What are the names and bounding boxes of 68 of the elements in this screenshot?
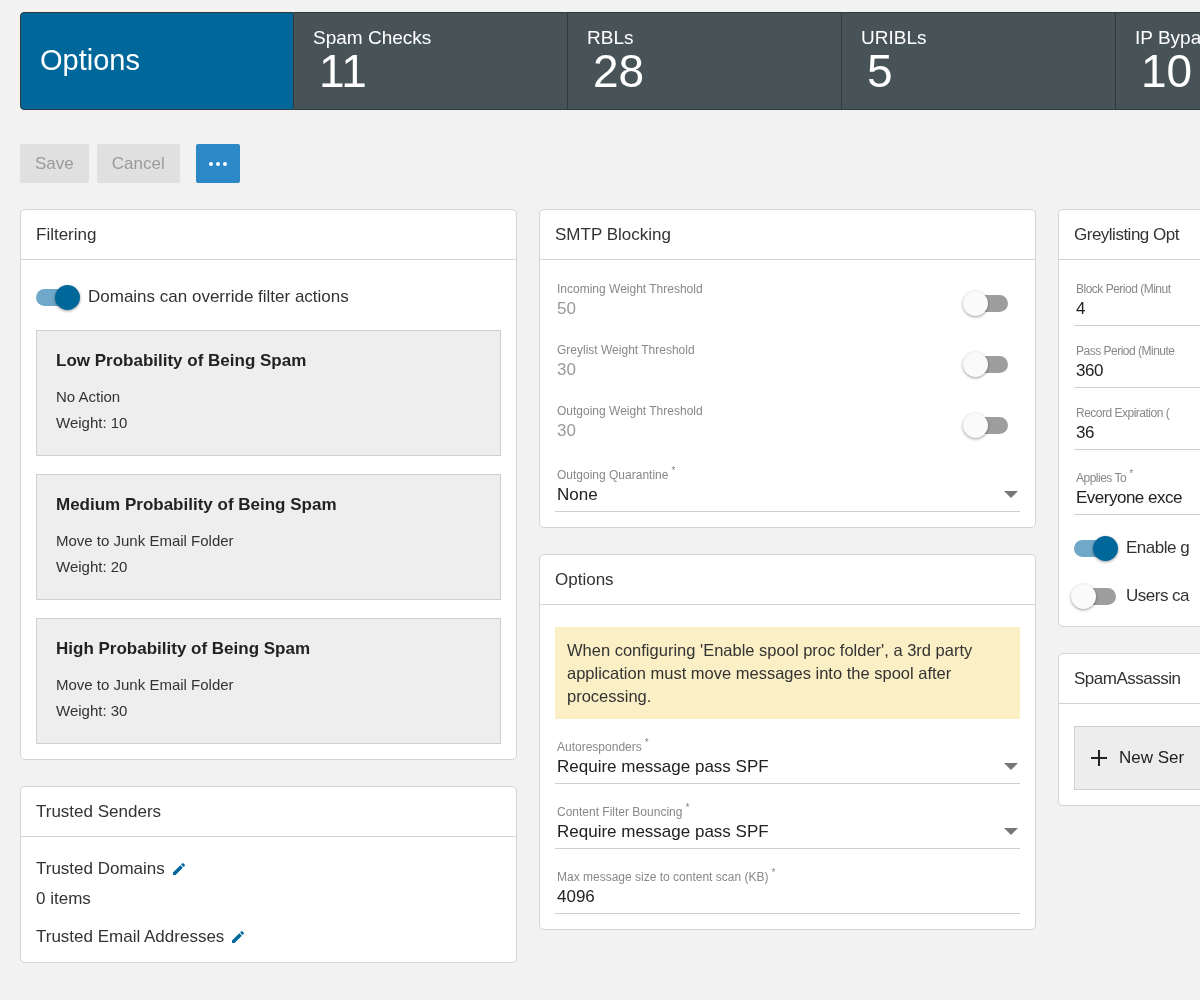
spam-rule-card[interactable]: Low Probability of Being Spam No Action Weight: 10 [36,330,501,456]
input-field[interactable]: Record Expiration ( 36 [1074,406,1200,450]
select-field[interactable]: Autoresponders $^{*}$ Require message pass SPF [555,737,1020,785]
field-value: 360 [1076,361,1104,381]
header-tab[interactable]: URIBLs 5 [842,12,1116,110]
select-field[interactable]: Outgoing Quarantine $^{*}$ None [555,465,1020,512]
new-button[interactable]: New Ser [1074,726,1200,790]
field-label: Content Filter Bouncing $^{*}$ [557,802,691,820]
select-value: None [557,485,598,505]
header-tab[interactable]: Spam Checks 11 [294,12,568,110]
field-label: Outgoing Weight Threshold [557,404,703,418]
caret-icon [1004,763,1018,772]
caret-icon [1004,491,1018,499]
rule-action: Move to Junk Email Folder [56,532,235,549]
toggle-label: Users ca [1126,586,1190,606]
rule-weight: Weight: 30 [56,702,129,719]
rule-action: No Action [56,388,122,405]
header-tab[interactable]: Options [20,12,294,110]
toggle-label: Enable g [1126,538,1190,558]
toggle-label: Domains can override filter actions [88,287,349,307]
field-value: 4 [1076,299,1086,319]
field-label: Max message size to content scan (KB) $^{*}$ [557,867,777,885]
card-title: Filtering [21,210,516,260]
rule-title: High Probability of Being Spam [56,639,312,659]
spam-rule-card[interactable]: High Probability of Being Spam Move to Junk Email Folder Weight: 30 [36,618,501,744]
field-label: Incoming Weight Threshold [557,282,703,296]
card-title: SMTP Blocking [540,210,1035,260]
field-label: Greylist Weight Threshold [557,343,695,357]
select-field[interactable]: Content Filter Bouncing $^{*}$ Require message pass SPF [555,802,1020,850]
field-label: Record Expiration ( [1076,406,1171,420]
pencil-icon[interactable] [230,929,247,945]
more-button[interactable] [195,144,240,183]
field-label: Applies To $^{*}$ [1076,468,1134,485]
field-label: Pass Period (Minute [1076,344,1176,358]
pencil-icon[interactable] [170,861,187,877]
field-label: Block Period (Minut [1076,282,1172,296]
rule-weight: Weight: 10 [56,414,129,431]
card-title: Options [540,555,1035,605]
rule-title: Low Probability of Being Spam [56,351,308,371]
field-label: Autoresponders $^{*}$ [557,737,650,755]
more-icon [208,161,227,166]
field-value: Everyone exce [1076,488,1183,508]
field-value: 4096 [557,887,596,908]
list-label: Trusted Domains [36,859,165,879]
rule-title: Medium Probability of Being Spam [56,495,338,515]
rule-weight: Weight: 20 [56,558,129,575]
card-title: Trusted Senders [21,787,516,837]
input-field[interactable]: Pass Period (Minute 360 [1074,344,1200,388]
field-value: 36 [1076,423,1095,443]
caret-icon [1004,828,1018,837]
select-value: Require message pass SPF [557,757,769,778]
input-field[interactable]: Block Period (Minut 4 [1074,282,1200,326]
item-count: 0 items [36,889,92,909]
list-label: Trusted Email Addresses [36,927,225,947]
select-value: Require message pass SPF [557,822,769,843]
notice-message: When configuring 'Enable spool proc folder', a 3rd party application must move messages into the spool after processing. [555,627,1020,720]
input-field[interactable]: Applies To $^{*}$ Everyone exce [1074,468,1200,515]
card-title: SpamAssassin [1059,654,1200,704]
input-field[interactable]: Max message size to content scan (KB) $^{*}$ 4096 [555,867,1020,915]
field-value: 30 [557,360,577,380]
rule-action: Move to Junk Email Folder [56,676,235,693]
field-value: 50 [557,299,577,319]
card-title: Greylisting Opt [1059,210,1200,260]
spam-rule-card[interactable]: Medium Probability of Being Spam Move to Junk Email Folder Weight: 20 [36,474,501,600]
field-value: 30 [557,421,577,441]
field-label: Outgoing Quarantine $^{*}$ [557,465,677,482]
header-tab[interactable]: RBLs 28 [568,12,842,110]
plus-icon [1091,750,1107,766]
